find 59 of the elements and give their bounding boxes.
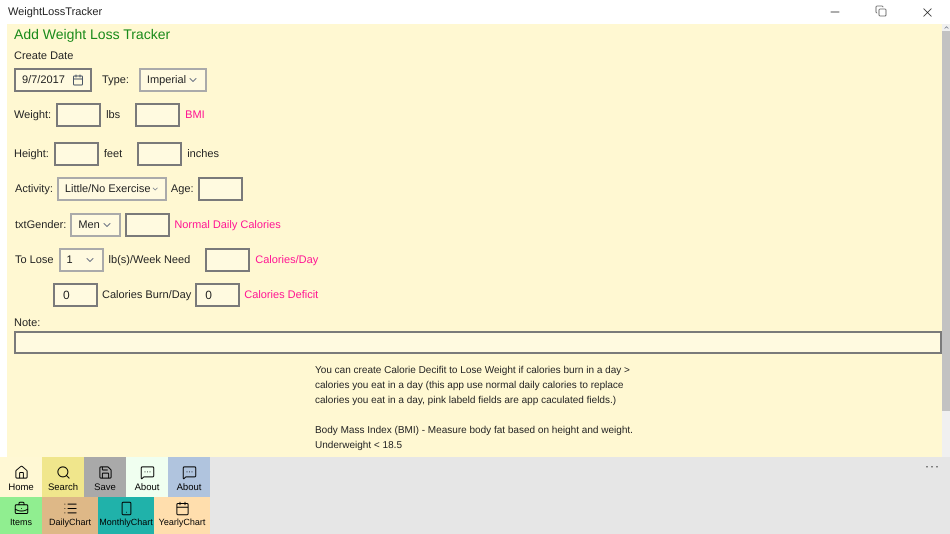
type-dropdown[interactable]: Imperial <box>138 68 207 92</box>
unit-label: lbs <box>106 108 120 123</box>
info-text: You can create Calorie Decifit to Lose Weight if calories burn in a day > calories you eat in a day (this app use normal daily calories to replace calories you eat in a day, pink labeld fields are app caculated fields.) <box>315 364 631 408</box>
unit-label: inches <box>187 146 220 162</box>
unit-label: lb(s)/Week Need <box>108 252 190 268</box>
command-button[interactable]: Search <box>42 457 84 497</box>
window-title: WeightLossTracker <box>8 4 102 20</box>
command-button[interactable]: DailyChart <box>42 497 98 534</box>
calories-per-day-field[interactable] <box>205 248 250 272</box>
field-label: Activity: <box>15 182 53 197</box>
gender-dropdown[interactable]: Men <box>70 213 122 237</box>
bmi-field[interactable] <box>135 103 180 127</box>
command-button[interactable]: Save <box>84 457 126 497</box>
calendar-icon <box>174 501 190 516</box>
save-icon <box>98 465 112 480</box>
home-icon <box>14 465 28 480</box>
field-label: Height: <box>14 146 49 162</box>
field-label: Calories Burn/Day <box>102 288 192 303</box>
calories-deficit-field[interactable]: 0 <box>195 283 240 307</box>
command-button[interactable]: Home <box>0 457 42 497</box>
feet-field[interactable] <box>54 142 99 166</box>
age-field[interactable] <box>198 177 243 201</box>
chat-bubble-icon <box>182 465 196 480</box>
calories-burn-field[interactable]: 0 <box>53 283 98 307</box>
inches-field[interactable] <box>137 142 182 166</box>
field-label: To Lose <box>15 252 54 268</box>
calendar-icon <box>72 74 84 86</box>
list-icon <box>62 501 78 516</box>
unit-label: feet <box>104 146 122 162</box>
search-icon <box>56 465 70 480</box>
field-label: txtGender: <box>15 218 66 233</box>
more-options[interactable]: ··· <box>925 457 940 475</box>
field-label: Create Date <box>14 49 74 63</box>
field-label: Weight: <box>14 108 52 123</box>
page-heading: Add Weight Loss Tracker <box>14 25 172 43</box>
note-field[interactable] <box>14 331 942 354</box>
activity-dropdown[interactable]: Little/No Exercise <box>56 177 167 201</box>
chat-bubble-icon <box>140 465 154 480</box>
daily-calories-field[interactable] <box>125 213 170 237</box>
pounds-dropdown[interactable]: 1 <box>58 248 104 272</box>
calculated-label: Normal Daily Calories <box>174 218 281 233</box>
command-button[interactable]: About <box>126 457 168 497</box>
calculated-label: Calories/Day <box>255 252 318 268</box>
command-button[interactable]: Items <box>0 497 42 534</box>
date-picker[interactable]: 9/7/2017 <box>14 68 92 92</box>
command-button[interactable]: YearlyChart <box>154 497 210 534</box>
scroll-up-icon[interactable] <box>942 24 950 31</box>
field-label: Note: <box>14 316 42 330</box>
scrollbar[interactable] <box>942 24 950 457</box>
weight-field[interactable] <box>56 103 102 127</box>
field-label: Age: <box>170 182 194 197</box>
field-label: Type: <box>102 72 129 88</box>
calculated-label: Calories Deficit <box>244 288 318 303</box>
info-text: Underweight < 18.5 <box>315 439 404 453</box>
page-icon <box>118 501 134 516</box>
calculated-label: BMI <box>185 108 205 123</box>
command-button[interactable]: About <box>168 457 210 497</box>
command-button[interactable]: MonthlyChart <box>98 497 154 534</box>
info-text: Body Mass Index (BMI) - Measure body fat based on height and weight. <box>315 424 634 438</box>
